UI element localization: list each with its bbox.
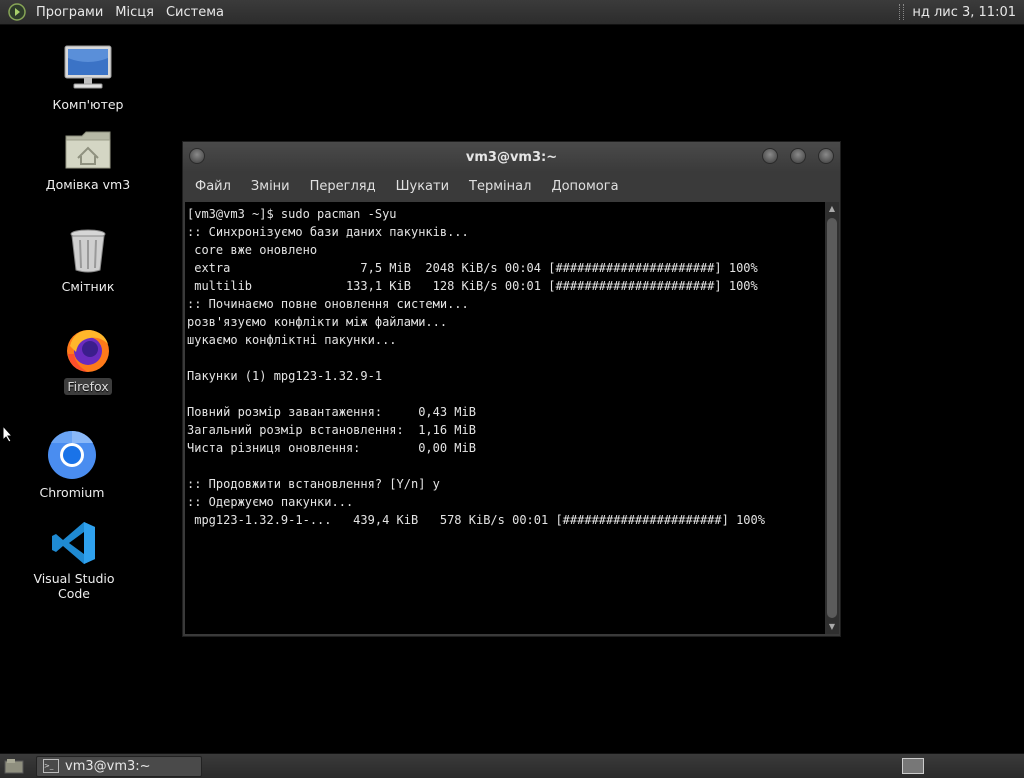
terminal-line: Повний розмір завантаження: 0,43 MiB bbox=[187, 405, 476, 419]
home-folder-icon bbox=[65, 131, 111, 169]
desktop-icon-label: Домівка vm3 bbox=[45, 177, 131, 192]
menu-help[interactable]: Допомога bbox=[541, 179, 628, 194]
scroll-down-icon[interactable]: ▼ bbox=[825, 620, 839, 634]
taskbar-item-label: vm3@vm3:~ bbox=[65, 758, 151, 774]
close-icon[interactable] bbox=[818, 148, 834, 164]
desktop-icon-label: Firefox bbox=[64, 378, 112, 395]
terminal-line: extra 7,5 MiB 2048 KiB/s 00:04 [########… bbox=[187, 261, 758, 275]
desktop-icon-label: Смітник bbox=[61, 279, 115, 294]
menu-applications[interactable]: Програми bbox=[30, 5, 109, 20]
terminal-line: :: Одержуємо пакунки... bbox=[187, 495, 354, 509]
menu-view[interactable]: Перегляд bbox=[300, 179, 386, 194]
desktop-icon-label: Комп'ютер bbox=[52, 97, 124, 112]
desktop-icon-label: Chromium bbox=[39, 485, 105, 500]
top-panel: Програми Місця Система нд лис 3, 11:01 bbox=[0, 0, 1024, 25]
menu-terminal[interactable]: Термінал bbox=[459, 179, 541, 194]
firefox-icon bbox=[67, 330, 109, 372]
menu-file[interactable]: Файл bbox=[185, 179, 241, 194]
menu-search[interactable]: Шукати bbox=[386, 179, 459, 194]
panel-handle[interactable] bbox=[899, 4, 905, 20]
terminal-line: розв'язуємо конфлікти між файлами... bbox=[187, 315, 448, 329]
minimize-icon[interactable] bbox=[762, 148, 778, 164]
system-tray: нд лис 3, 11:01 bbox=[899, 4, 1024, 20]
terminal-line: [vm3@vm3 ~]$ sudo pacman -Syu bbox=[187, 207, 397, 221]
terminal-line: core вже оновлено bbox=[187, 243, 318, 257]
desktop-icon-vscode[interactable]: Visual Studio Code bbox=[14, 520, 134, 602]
desktop-icon-firefox[interactable]: Firefox bbox=[28, 326, 148, 395]
vscode-icon bbox=[52, 522, 95, 564]
terminal-line: шукаємо конфліктні пакунки... bbox=[187, 333, 397, 347]
terminal-menubar: Файл Зміни Перегляд Шукати Термінал Допо… bbox=[183, 172, 840, 200]
terminal-window[interactable]: vm3@vm3:~ Файл Зміни Перегляд Шукати Тер… bbox=[182, 141, 841, 637]
terminal-line: :: Починаємо повне оновлення системи... bbox=[187, 297, 469, 311]
menu-edit[interactable]: Зміни bbox=[241, 179, 300, 194]
menu-system[interactable]: Система bbox=[160, 5, 230, 20]
scrollbar-thumb[interactable] bbox=[827, 218, 837, 618]
mate-logo-icon[interactable] bbox=[8, 3, 26, 21]
terminal-line: :: Синхронізуємо бази даних пакунків... bbox=[187, 225, 469, 239]
show-desktop-icon[interactable] bbox=[4, 758, 24, 774]
desktop-icon-label: Visual Studio Code bbox=[33, 571, 115, 601]
desktop-icon-home[interactable]: Домівка vm3 bbox=[28, 128, 148, 193]
clock[interactable]: нд лис 3, 11:01 bbox=[912, 5, 1024, 20]
desktop-icon-computer[interactable]: Комп'ютер bbox=[28, 44, 148, 113]
scroll-up-icon[interactable]: ▲ bbox=[825, 202, 839, 216]
terminal-output[interactable]: [vm3@vm3 ~]$ sudo pacman -Syu :: Синхрон… bbox=[185, 202, 839, 634]
chromium-icon bbox=[48, 430, 96, 479]
terminal-scrollbar[interactable]: ▲ ▼ bbox=[825, 202, 839, 634]
mouse-cursor-icon bbox=[2, 425, 14, 443]
terminal-line: :: Продовжити встановлення? [Y/n] y bbox=[187, 477, 440, 491]
taskbar-item-terminal[interactable]: >_ vm3@vm3:~ bbox=[36, 755, 202, 777]
terminal-icon: >_ bbox=[43, 759, 59, 773]
desktop-icon-chromium[interactable]: Chromium bbox=[12, 430, 132, 501]
desktop-icon-trash[interactable]: Смітник bbox=[28, 228, 148, 295]
terminal-text: [vm3@vm3 ~]$ sudo pacman -Syu :: Синхрон… bbox=[185, 202, 839, 529]
window-menu-icon[interactable] bbox=[189, 148, 205, 164]
terminal-line: mpg123-1.32.9-1-... 439,4 KiB 578 KiB/s … bbox=[187, 513, 765, 527]
maximize-icon[interactable] bbox=[790, 148, 806, 164]
terminal-line: multilib 133,1 KiB 128 KiB/s 00:01 [####… bbox=[187, 279, 758, 293]
workspace-switcher[interactable] bbox=[902, 758, 924, 774]
trash-icon bbox=[70, 229, 106, 273]
window-title: vm3@vm3:~ bbox=[465, 149, 558, 165]
terminal-line: Загальний розмір встановлення: 1,16 MiB bbox=[187, 423, 476, 437]
terminal-line: Чиста різниця оновлення: 0,00 MiB bbox=[187, 441, 476, 455]
window-titlebar[interactable]: vm3@vm3:~ bbox=[183, 142, 840, 172]
menu-places[interactable]: Місця bbox=[109, 5, 160, 20]
computer-icon bbox=[64, 45, 112, 89]
terminal-line: Пакунки (1) mpg123-1.32.9-1 bbox=[187, 369, 383, 383]
bottom-panel: >_ vm3@vm3:~ bbox=[0, 753, 1024, 778]
